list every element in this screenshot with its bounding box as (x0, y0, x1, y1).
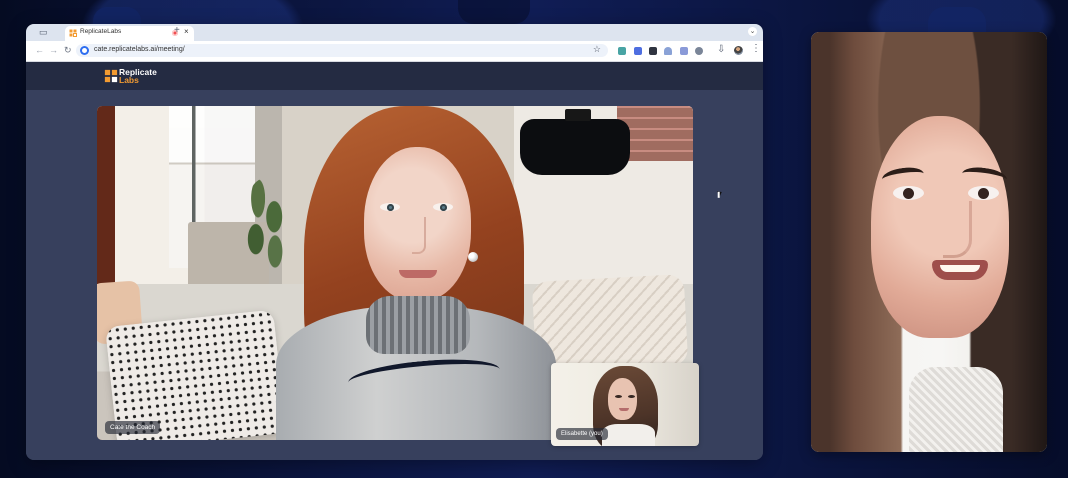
extension-icon-3[interactable] (649, 47, 657, 55)
presenter-shirt (909, 367, 1003, 452)
presenter-right-eye (968, 186, 999, 200)
extension-icon-5[interactable] (680, 47, 688, 55)
extension-icon-4[interactable] (664, 47, 672, 55)
extension-icon-2[interactable] (634, 47, 642, 55)
presenter-nose (943, 201, 972, 258)
address-bar[interactable]: cate.replicatelabs.ai/meeting/ ☆ (76, 44, 608, 57)
browser-tab-strip: ▭ ReplicateLabs × + ⌄ (26, 24, 763, 41)
self-video-top (602, 424, 655, 446)
self-video-left-eye (615, 395, 622, 398)
browser-window: ▭ ReplicateLabs × + ⌄ ← → ↻ cate.replica… (26, 24, 763, 460)
main-participant-name-tag: Cate the Coach (105, 421, 161, 434)
background-shape (458, 0, 530, 24)
replicatelabs-logo-icon (104, 69, 118, 83)
extensions-icon[interactable] (695, 47, 703, 55)
tab-dropdown-icon[interactable]: ⌄ (748, 27, 757, 36)
coach-left-eye (380, 203, 400, 211)
presenter-camera-feed (811, 32, 1047, 452)
self-video-mouth (619, 408, 629, 411)
url-text[interactable]: cate.replicatelabs.ai/meeting/ (94, 46, 185, 53)
site-info-icon[interactable] (80, 46, 89, 55)
forward-icon[interactable]: → (49, 45, 58, 55)
meeting-page: Cate the Coach Elisabette (you) (26, 90, 763, 460)
presenter-face (871, 116, 1009, 338)
presenter-left-eye (893, 186, 924, 200)
tab-title: ReplicateLabs (80, 28, 122, 35)
app-header: Replicate Labs (26, 62, 763, 90)
self-participant-video[interactable]: Elisabette (you) (551, 363, 699, 446)
coach-earring (468, 252, 478, 262)
reload-icon[interactable]: ↻ (64, 45, 72, 55)
presentation-background: ▭ ReplicateLabs × + ⌄ ← → ↻ cate.replica… (0, 0, 1068, 478)
brand-name-secondary: Labs (119, 75, 139, 85)
presenter-mouth (932, 260, 988, 280)
coach-video-person (262, 106, 566, 440)
coach-turtleneck-collar (366, 296, 470, 354)
self-participant-name-tag: Elisabette (you) (556, 428, 608, 440)
new-tab-button[interactable]: + (174, 26, 180, 36)
mouse-cursor-icon (716, 189, 724, 197)
replicate-labs-logo[interactable]: Replicate Labs (104, 68, 161, 85)
browser-toolbar: ← → ↻ cate.replicatelabs.ai/meeting/ ☆ ⇩… (26, 41, 763, 62)
tab-search-icon[interactable]: ▭ (39, 28, 53, 37)
coach-nose (412, 217, 426, 254)
back-icon[interactable]: ← (35, 45, 44, 55)
self-video-face (608, 378, 637, 420)
download-icon[interactable]: ⇩ (717, 44, 725, 55)
coach-right-eye (433, 203, 453, 211)
extension-icon-1[interactable] (618, 47, 626, 55)
coach-mouth (399, 270, 437, 278)
profile-avatar[interactable] (734, 46, 743, 55)
replicatelabs-icon (69, 29, 77, 37)
self-video-right-eye (628, 395, 635, 398)
menu-kebab-icon[interactable]: ⋮ (751, 43, 761, 54)
bookmark-star-icon[interactable]: ☆ (593, 44, 601, 55)
tab-close-icon[interactable]: × (184, 27, 189, 36)
